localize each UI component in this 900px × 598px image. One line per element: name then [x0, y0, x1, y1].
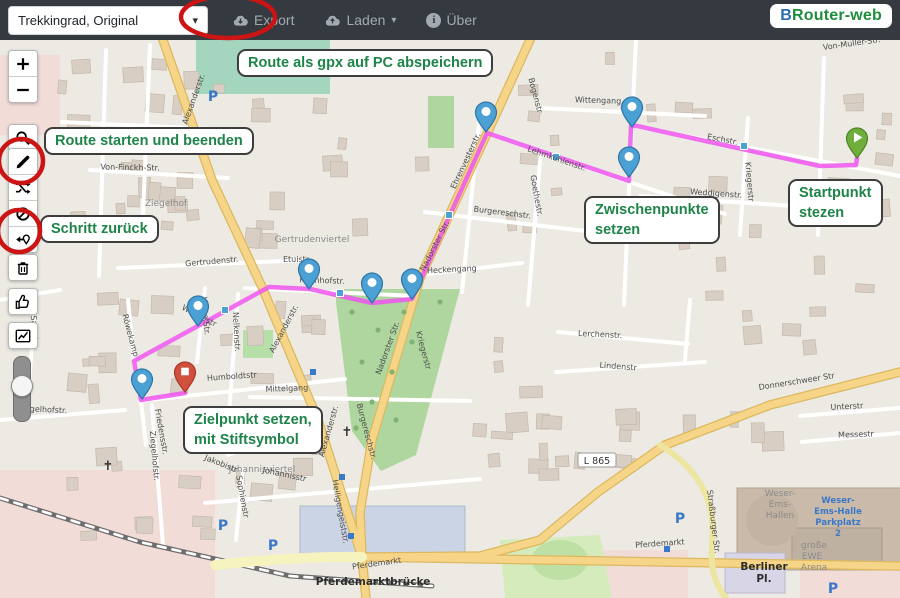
map-canvas[interactable]: Alexanderstr.Alexanderstr.Alexanderstr.N…	[0, 0, 900, 598]
map-label: Von-Finckh-Str.	[100, 162, 159, 172]
map-label: Arena	[801, 563, 827, 573]
map-label: Messestr	[838, 429, 875, 439]
sidebar-button-group	[8, 322, 38, 349]
zoom-out-button[interactable]	[9, 77, 37, 102]
sidebar-button-group	[8, 148, 38, 253]
zoom-in-button[interactable]	[9, 51, 37, 77]
plus-icon	[15, 56, 31, 72]
sidebar-button-group	[8, 254, 38, 281]
map-label: Unterstr	[830, 401, 864, 412]
no-entry-icon	[15, 206, 31, 222]
map-label: Hallen	[766, 511, 795, 521]
map-label: Ems-Halle	[814, 507, 862, 517]
chevron-down-icon: ▾	[192, 14, 198, 27]
undo-pin-icon	[15, 232, 31, 248]
magnifier-icon	[15, 130, 31, 146]
parking-icon: P	[268, 538, 278, 554]
route-midpoint-handle[interactable]	[446, 212, 453, 219]
export-button[interactable]: Export	[226, 11, 300, 29]
profile-select-value: Trekkingrad, Original	[18, 13, 138, 28]
draw-route-button[interactable]	[9, 149, 37, 175]
tip-endpoint: Zielpunkt setzen,mit Stiftsymbol	[183, 406, 323, 454]
undo-step-button[interactable]	[9, 227, 37, 252]
route-midpoint-handle[interactable]	[337, 290, 344, 297]
load-button[interactable]: Laden ▾	[318, 11, 402, 29]
search-button[interactable]	[9, 125, 37, 150]
cloud-download-icon	[232, 13, 249, 28]
info-icon: i	[426, 13, 441, 28]
map-label: Mittelgang	[265, 383, 308, 393]
tip-startpoint: Startpunktstezen	[788, 179, 883, 227]
map-label: Ziegelhof	[145, 199, 188, 209]
pencil-icon	[15, 154, 31, 170]
route-midpoint-handle[interactable]	[741, 143, 748, 150]
minus-icon	[15, 82, 31, 98]
elevation-profile-button[interactable]	[9, 323, 37, 348]
nogo-button[interactable]	[9, 201, 37, 227]
reverse-route-button[interactable]	[9, 175, 37, 201]
opacity-slider-knob[interactable]	[11, 375, 33, 397]
parking-icon: P	[675, 511, 685, 527]
road-ref-badge: L 865	[578, 453, 616, 467]
chevron-down-icon: ▾	[391, 15, 396, 26]
opacity-slider[interactable]	[13, 356, 31, 422]
route-midpoint-handle[interactable]	[222, 307, 229, 314]
feedback-button[interactable]	[9, 289, 37, 314]
thumb-icon	[15, 294, 31, 310]
sidebar-button-group	[8, 288, 38, 315]
map-label: ✝	[342, 425, 353, 440]
map-label: EWE	[802, 552, 823, 562]
trash-icon	[15, 260, 31, 276]
topbar: Trekkingrad, Original ▾ Export Laden ▾ i…	[0, 0, 900, 40]
map-label: Weser-	[821, 496, 855, 506]
tip-export-gpx: Route als gpx auf PC abspeichern	[237, 49, 493, 77]
terrain-layer	[0, 0, 900, 598]
chart-icon	[15, 328, 31, 344]
map-label: Gertrudenviertel	[275, 235, 350, 245]
shuffle-icon	[15, 180, 31, 196]
map-label: große	[801, 541, 827, 551]
profile-select[interactable]: Trekkingrad, Original ▾	[8, 6, 208, 35]
map-label: Weser-	[765, 489, 796, 499]
map-label: ✝	[103, 459, 114, 474]
map-label: Pferdemarktbrücke	[316, 576, 431, 588]
map-label: Parkplatz	[815, 518, 860, 528]
parking-icon: P	[218, 518, 228, 534]
map-label: 2	[835, 529, 841, 539]
map-label: Pl.	[756, 573, 771, 585]
sidebar-button-group	[8, 50, 38, 103]
tip-undo: Schritt zurück	[40, 215, 159, 243]
svg-text:L 865: L 865	[584, 456, 610, 467]
brand-badge: BRouter-web	[770, 4, 892, 28]
map-label: Berliner	[740, 561, 788, 573]
sidebar-button-group	[8, 124, 38, 151]
tip-start-route: Route starten und beenden	[44, 127, 254, 155]
parking-icon: P	[828, 581, 838, 597]
map-poi-square	[310, 369, 316, 375]
parking-icon: P	[208, 89, 218, 105]
cloud-upload-icon	[324, 13, 341, 28]
brouter-web-app: Alexanderstr.Alexanderstr.Alexanderstr.N…	[0, 0, 900, 598]
tip-via: Zwischenpunktesetzen	[584, 196, 720, 244]
delete-route-button[interactable]	[9, 255, 37, 280]
about-button[interactable]: i Über	[420, 11, 482, 29]
map-label: Wittengang	[575, 95, 622, 106]
map-label: Ems-	[769, 500, 791, 510]
